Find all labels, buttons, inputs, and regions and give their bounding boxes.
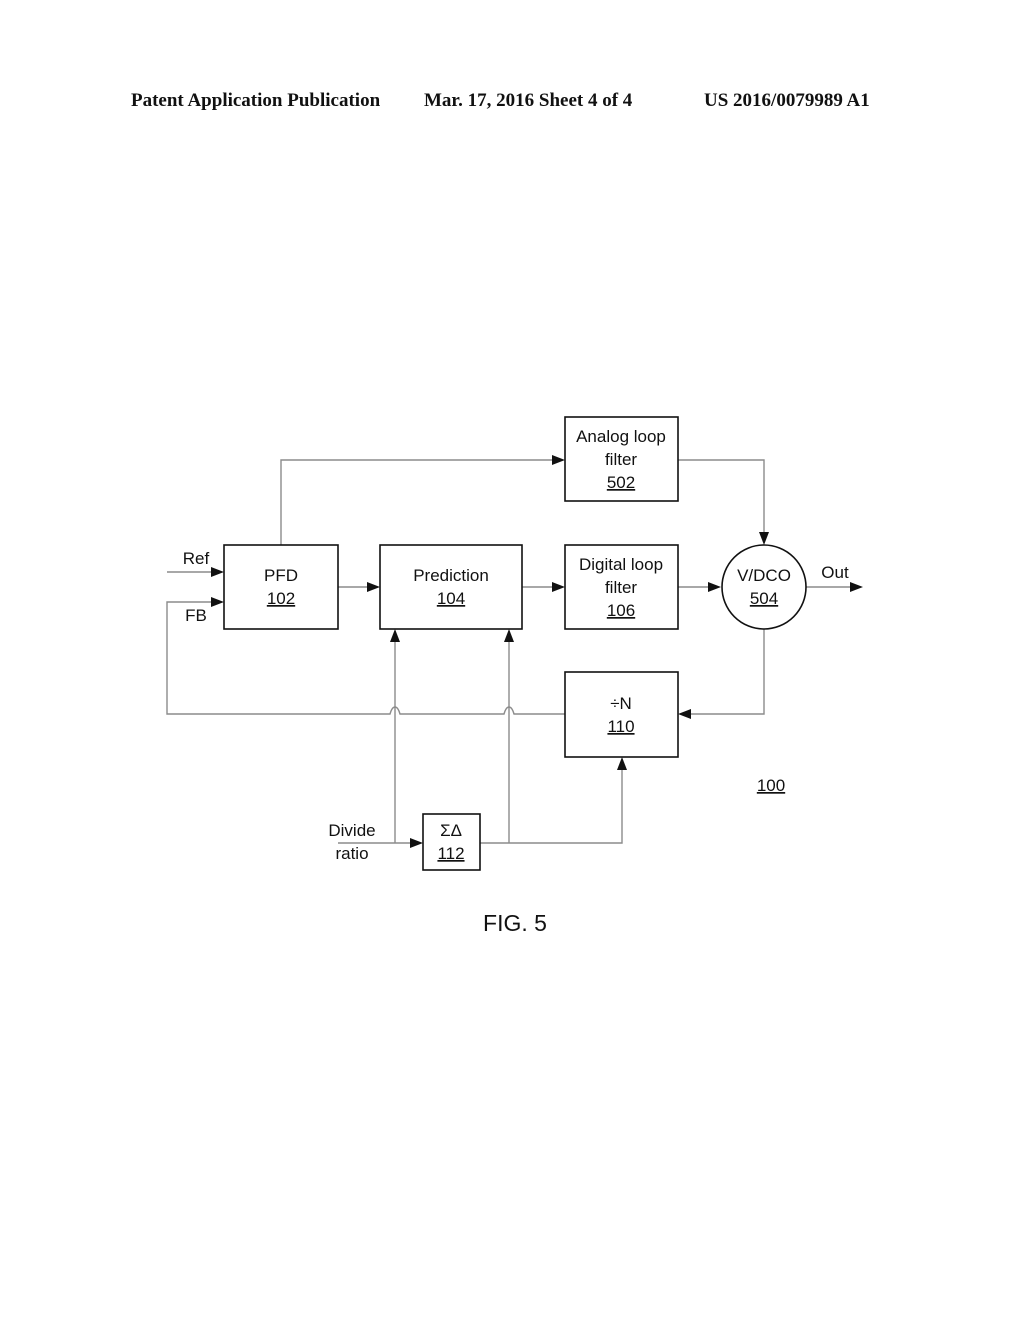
digital-loop-filter-block: Digital loop filter 106 <box>564 544 679 630</box>
ref-signal-label: Ref <box>183 549 210 568</box>
ref-arrow-icon <box>211 567 224 577</box>
digital-filter-arrow-icon <box>552 582 565 592</box>
sigma-delta-to-divider-wire <box>480 767 623 844</box>
vdco-block: V/DCO 504 <box>721 544 807 630</box>
wires <box>166 459 852 844</box>
analog-filter-to-vdco-wire <box>678 459 765 535</box>
pll-block-diagram: PFD 102 Prediction 104 Analog loop filte… <box>166 416 863 936</box>
fb-signal-label: FB <box>185 606 207 625</box>
analog-loop-filter-block: Analog loop filter 502 <box>564 416 679 502</box>
prediction-bottom-right-arrow-icon <box>504 629 514 642</box>
vdco-to-divider-wire <box>690 629 765 715</box>
out-arrow-icon <box>850 582 863 592</box>
analog-filter-ref: 502 <box>607 473 635 492</box>
pfd-to-analog-filter-wire <box>280 459 555 545</box>
vdco-in-arrow-icon <box>708 582 721 592</box>
pfd-ref: 102 <box>267 589 295 608</box>
prediction-bottom-left-arrow-icon <box>390 629 400 642</box>
out-signal-label: Out <box>821 563 849 582</box>
fb-arrow-icon <box>211 597 224 607</box>
digital-filter-label-2: filter <box>605 578 637 597</box>
analog-filter-label-2: filter <box>605 450 637 469</box>
pfd-label: PFD <box>264 566 298 585</box>
system-reference-number: 100 <box>757 776 785 795</box>
sigma-delta-block: ΣΔ 112 <box>422 813 481 871</box>
figure-label: FIG. 5 <box>483 910 547 936</box>
divider-label: ÷N <box>610 694 632 713</box>
sigma-delta-label: ΣΔ <box>440 821 462 840</box>
pfd-block: PFD 102 <box>223 544 339 630</box>
prediction-ref: 104 <box>437 589 465 608</box>
digital-filter-label-1: Digital loop <box>579 555 663 574</box>
divide-ratio-label-1: Divide <box>328 821 375 840</box>
vdco-label: V/DCO <box>737 566 791 585</box>
prediction-block: Prediction 104 <box>379 544 523 630</box>
analog-filter-arrow-icon <box>552 455 565 465</box>
sigma-delta-in-arrow-icon <box>410 838 423 848</box>
divider-bottom-arrow-icon <box>617 757 627 770</box>
analog-filter-label-1: Analog loop <box>576 427 666 446</box>
vdco-top-arrow-icon <box>759 532 769 545</box>
prediction-label: Prediction <box>413 566 489 585</box>
divider-in-arrow-icon <box>678 709 691 719</box>
sigma-delta-ref: 112 <box>437 844 464 863</box>
divider-block: ÷N 110 <box>564 671 679 758</box>
prediction-arrow-icon <box>367 582 380 592</box>
digital-filter-ref: 106 <box>607 601 635 620</box>
vdco-ref: 504 <box>750 589 778 608</box>
divider-ref: 110 <box>607 717 634 736</box>
divide-ratio-label-2: ratio <box>335 844 368 863</box>
